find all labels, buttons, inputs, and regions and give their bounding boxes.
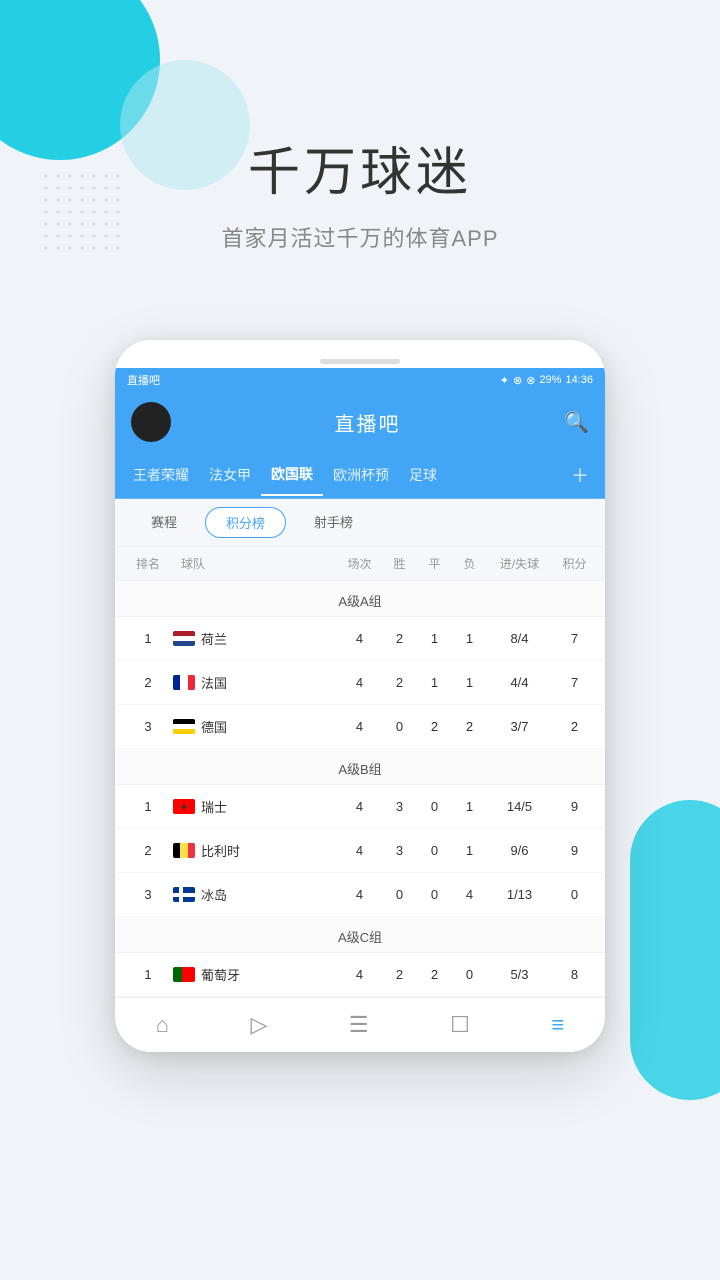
flag-nl	[173, 631, 195, 646]
bottom-nav-home[interactable]: ⌂	[140, 1008, 185, 1042]
rank: 3	[123, 887, 173, 902]
signal-icon: ⊗	[526, 374, 535, 387]
bg-shape-right	[630, 800, 720, 1100]
bottom-nav-news[interactable]: ☰	[333, 1008, 385, 1042]
rank: 1	[123, 799, 173, 814]
table-row: 1 葡萄牙 4 2 2 0 5/3 8	[115, 953, 605, 997]
list-icon: ≡	[551, 1012, 564, 1038]
col-points: 积分	[552, 555, 597, 572]
col-rank: 排名	[123, 555, 173, 572]
table-row: 1 荷兰 4 2 1 1 8/4 7	[115, 617, 605, 661]
subtab-schedule[interactable]: 赛程	[131, 507, 197, 538]
phone-wrapper: 直播吧 ✦ ⊗ ⊗ 29% 14:36 直播吧 🔍 王者荣耀 法女甲 欧国联 欧…	[115, 340, 605, 1052]
table-container: 排名 球队 场次 胜 平 负 进/失球 积分 A级A组 1 荷兰 4 2 1	[115, 547, 605, 997]
app-title: 直播吧	[335, 408, 401, 437]
status-no-service: 直播吧	[127, 372, 160, 388]
team-cell: 比利时	[173, 841, 337, 860]
flag-is	[173, 887, 195, 902]
col-draw: 平	[417, 555, 452, 572]
flag-de	[173, 719, 195, 734]
table-row: 3 冰岛 4 0 0 4 1/13 0	[115, 873, 605, 917]
rank: 1	[123, 631, 173, 646]
table-header: 排名 球队 场次 胜 平 负 进/失球 积分	[115, 547, 605, 581]
chat-icon: ☐	[450, 1012, 470, 1038]
time-text: 14:36	[565, 374, 593, 386]
tab-ouzhouprediction[interactable]: 欧洲杯预	[323, 455, 399, 495]
group-b-header: A级B组	[115, 749, 605, 785]
group-c-header: A级C组	[115, 917, 605, 953]
home-icon: ⌂	[156, 1012, 169, 1038]
rank: 2	[123, 675, 173, 690]
group-a-header: A级A组	[115, 581, 605, 617]
notch-bar	[320, 359, 400, 364]
bottom-nav-chat[interactable]: ☐	[434, 1008, 486, 1042]
table-row: 3 德国 4 0 2 2 3/7 2	[115, 705, 605, 749]
play-icon: ▷	[251, 1012, 268, 1038]
sub-tabs: 赛程 积分榜 射手榜	[115, 499, 605, 547]
header-section: 千万球迷 首家月活过千万的体育APP	[0, 0, 720, 253]
main-title: 千万球迷	[0, 130, 720, 205]
bottom-nav: ⌂ ▷ ☰ ☐ ≡	[115, 997, 605, 1052]
team-cell: 德国	[173, 717, 337, 736]
team-cell: 冰岛	[173, 885, 337, 904]
app-logo[interactable]	[131, 402, 171, 442]
sub-title: 首家月活过千万的体育APP	[0, 221, 720, 253]
col-team: 球队	[173, 555, 337, 572]
news-icon: ☰	[349, 1012, 369, 1038]
battery-text: 29%	[539, 374, 561, 386]
bottom-nav-play[interactable]: ▷	[235, 1008, 284, 1042]
status-bar: 直播吧 ✦ ⊗ ⊗ 29% 14:36	[115, 368, 605, 392]
col-win: 胜	[382, 555, 417, 572]
wifi-icon: ⊗	[513, 374, 522, 387]
rank: 2	[123, 843, 173, 858]
col-games: 场次	[337, 555, 382, 572]
phone-frame: 直播吧 ✦ ⊗ ⊗ 29% 14:36 直播吧 🔍 王者荣耀 法女甲 欧国联 欧…	[115, 340, 605, 1052]
rank: 3	[123, 719, 173, 734]
flag-pt	[173, 967, 195, 982]
team-cell: 葡萄牙	[173, 965, 337, 984]
nav-tabs: 王者荣耀 法女甲 欧国联 欧洲杯预 足球 ＋	[115, 452, 605, 499]
search-icon[interactable]: 🔍	[564, 410, 589, 435]
rank: 1	[123, 967, 173, 982]
table-row: 2 法国 4 2 1 1 4/4 7	[115, 661, 605, 705]
tab-fanzujia[interactable]: 法女甲	[199, 455, 261, 495]
phone-notch	[115, 340, 605, 368]
flag-ch: +	[173, 799, 195, 814]
flag-fr	[173, 675, 195, 690]
table-row: 1 + 瑞士 4 3 0 1 14/5 9	[115, 785, 605, 829]
table-row: 2 比利时 4 3 0 1 9/6 9	[115, 829, 605, 873]
subtab-scorers[interactable]: 射手榜	[294, 507, 373, 538]
team-cell: 荷兰	[173, 629, 337, 648]
subtab-standings[interactable]: 积分榜	[205, 507, 286, 538]
col-goals: 进/失球	[487, 555, 552, 572]
bottom-nav-list[interactable]: ≡	[535, 1008, 580, 1042]
status-right: ✦ ⊗ ⊗ 29% 14:36	[500, 374, 593, 387]
bluetooth-icon: ✦	[500, 374, 509, 387]
tab-ouguolian[interactable]: 欧国联	[261, 454, 323, 496]
tab-football[interactable]: 足球	[399, 455, 447, 495]
app-header: 直播吧 🔍	[115, 392, 605, 452]
tab-wangzhe[interactable]: 王者荣耀	[123, 455, 199, 495]
tab-more-icon[interactable]: ＋	[563, 452, 597, 498]
team-cell: 法国	[173, 673, 337, 692]
flag-be	[173, 843, 195, 858]
col-loss: 负	[452, 555, 487, 572]
team-cell: + 瑞士	[173, 797, 337, 816]
